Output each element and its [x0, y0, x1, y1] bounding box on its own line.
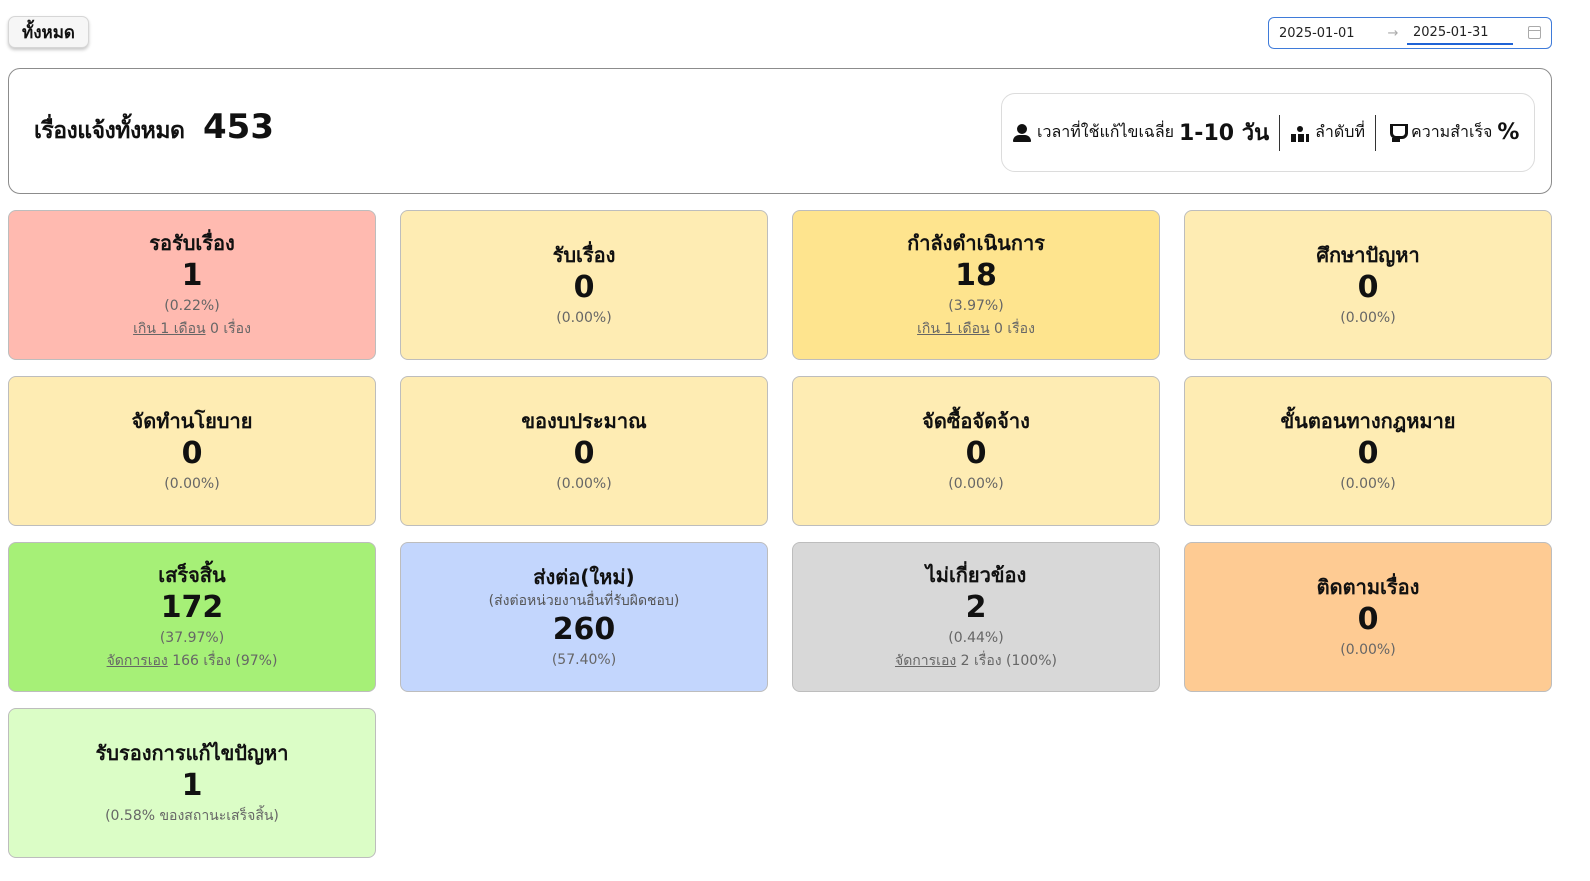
card-percent: (0.00%): [556, 476, 612, 492]
status-card[interactable]: กำลังดำเนินการ 18 (3.97%) เกิน 1 เดือน 0 เร…: [792, 210, 1160, 360]
card-percent: (3.97%): [948, 298, 1004, 314]
card-percent: (0.00%): [164, 476, 220, 492]
status-card[interactable]: จัดซื้อจัดจ้าง 0 (0.00%): [792, 376, 1160, 526]
status-card[interactable]: รับรองการแก้ไขปัญหา 1 (0.58% ของสถานะเสร็จ…: [8, 708, 376, 858]
card-note-link[interactable]: เกิน 1 เดือน: [917, 321, 990, 337]
card-percent: (0.00%): [1340, 310, 1396, 326]
card-title: จัดซื้อจัดจ้าง: [922, 409, 1030, 433]
card-title: ศึกษาปัญหา: [1316, 243, 1420, 267]
top-bar: ทั้งหมด 2025-01-01 → 2025-01-31: [8, 16, 1574, 50]
trophy-icon: [1386, 123, 1408, 143]
card-note: เกิน 1 เดือน 0 เรื่อง: [133, 317, 251, 341]
card-title: ติดตามเรื่อง: [1316, 575, 1420, 599]
divider: [1375, 114, 1376, 151]
card-percent: (0.00%): [948, 476, 1004, 492]
status-card[interactable]: ส่งต่อ(ใหม่) (ส่งต่อหน่วยงานอื่นที่รับผิด…: [400, 542, 768, 692]
card-title: รับเรื่อง: [552, 243, 616, 267]
status-card[interactable]: จัดทำนโยบาย 0 (0.00%): [8, 376, 376, 526]
status-card[interactable]: เสร็จสิ้น 172 (37.97%) จัดการเอง 166 เรื่อง…: [8, 542, 376, 692]
ranking-icon: [1290, 123, 1310, 143]
card-title: กำลังดำเนินการ: [907, 231, 1045, 255]
total-count: 453: [203, 107, 274, 147]
card-count: 0: [1357, 436, 1379, 471]
status-card[interactable]: ไม่เกี่ยวข้อง 2 (0.44%) จัดการเอง 2 เรื่อง …: [792, 542, 1160, 692]
card-title: เสร็จสิ้น: [158, 563, 226, 587]
status-card[interactable]: ขั้นตอนทางกฎหมาย 0 (0.00%): [1184, 376, 1552, 526]
card-note: จัดการเอง 2 เรื่อง (100%): [895, 649, 1057, 673]
total-label: เรื่องแจ้งทั้งหมด: [34, 118, 185, 144]
card-count: 0: [1357, 270, 1379, 305]
card-count: 18: [955, 258, 997, 293]
card-note: จัดการเอง 166 เรื่อง (97%): [107, 649, 278, 673]
card-title: ขั้นตอนทางกฎหมาย: [1280, 409, 1456, 433]
status-card[interactable]: รับเรื่อง 0 (0.00%): [400, 210, 768, 360]
card-title: ของบประมาณ: [521, 409, 647, 433]
person-icon: [1012, 123, 1032, 143]
success-stat: ความสำเร็จ %: [1386, 120, 1519, 145]
card-percent: (0.58% ของสถานะเสร็จสิ้น): [105, 808, 279, 824]
card-count: 1: [181, 768, 203, 803]
card-title: รับรองการแก้ไขปัญหา: [95, 741, 289, 765]
card-note: เกิน 1 เดือน 0 เรื่อง: [917, 317, 1035, 341]
card-count: 0: [1357, 602, 1379, 637]
card-note-link[interactable]: จัดการเอง: [107, 653, 168, 669]
card-percent: (0.22%): [164, 298, 220, 314]
success-value: %: [1497, 120, 1520, 145]
summary-panel: เรื่องแจ้งทั้งหมด 453 เวลาที่ใช้แก้ไขเฉล…: [8, 68, 1552, 194]
arrow-right-icon: →: [1387, 25, 1399, 41]
card-title: รอรับเรื่อง: [149, 231, 235, 255]
card-note-link[interactable]: จัดการเอง: [895, 653, 956, 669]
card-note-text: 166 เรื่อง (97%): [167, 653, 278, 669]
avg-time-label: เวลาที่ใช้แก้ไขเฉลี่ย: [1037, 122, 1174, 141]
card-percent: (37.97%): [159, 630, 225, 646]
success-label: ความสำเร็จ: [1411, 122, 1493, 141]
card-count: 1: [181, 258, 203, 293]
card-count: 0: [181, 436, 203, 471]
card-note-text: 2 เรื่อง (100%): [956, 653, 1057, 669]
rank-label: ลำดับที่: [1315, 122, 1365, 141]
status-card[interactable]: ศึกษาปัญหา 0 (0.00%): [1184, 210, 1552, 360]
status-card[interactable]: รอรับเรื่อง 1 (0.22%) เกิน 1 เดือน 0 เรื่อง: [8, 210, 376, 360]
card-count: 0: [573, 270, 595, 305]
card-title: ไม่เกี่ยวข้อง: [925, 563, 1027, 587]
card-percent: (0.00%): [556, 310, 612, 326]
card-subtitle: (ส่งต่อหน่วยงานอื่นที่รับผิดชอบ): [488, 593, 680, 609]
card-title: จัดทำนโยบาย: [131, 409, 253, 433]
rank-stat: ลำดับที่: [1290, 120, 1365, 145]
avg-time-value: 1-10 วัน: [1179, 121, 1270, 146]
card-note-link[interactable]: เกิน 1 เดือน: [133, 321, 206, 337]
status-card[interactable]: ติดตามเรื่อง 0 (0.00%): [1184, 542, 1552, 692]
start-date-input[interactable]: 2025-01-01: [1269, 26, 1379, 41]
card-percent: (0.00%): [1340, 476, 1396, 492]
card-percent: (0.00%): [1340, 642, 1396, 658]
calendar-icon[interactable]: [1528, 26, 1541, 39]
card-note-text: 0 เรื่อง: [205, 321, 251, 337]
divider: [1279, 114, 1281, 151]
card-note-text: 0 เรื่อง: [989, 321, 1035, 337]
end-date-input[interactable]: 2025-01-31: [1407, 21, 1513, 45]
card-count: 260: [552, 612, 616, 647]
card-title: ส่งต่อ(ใหม่): [533, 565, 635, 589]
card-count: 172: [160, 590, 224, 625]
all-filter-button[interactable]: ทั้งหมด: [8, 16, 89, 48]
card-count: 2: [965, 590, 987, 625]
avg-time-stat: เวลาที่ใช้แก้ไขเฉลี่ย 1-10 วัน: [1012, 115, 1269, 150]
card-percent: (57.40%): [551, 652, 617, 668]
card-count: 0: [965, 436, 987, 471]
stats-box: เวลาที่ใช้แก้ไขเฉลี่ย 1-10 วัน ลำดับที่ …: [1001, 93, 1535, 172]
card-count: 0: [573, 436, 595, 471]
card-percent: (0.44%): [948, 630, 1004, 646]
status-card[interactable]: ของบประมาณ 0 (0.00%): [400, 376, 768, 526]
date-range-picker[interactable]: 2025-01-01 → 2025-01-31: [1268, 17, 1552, 49]
